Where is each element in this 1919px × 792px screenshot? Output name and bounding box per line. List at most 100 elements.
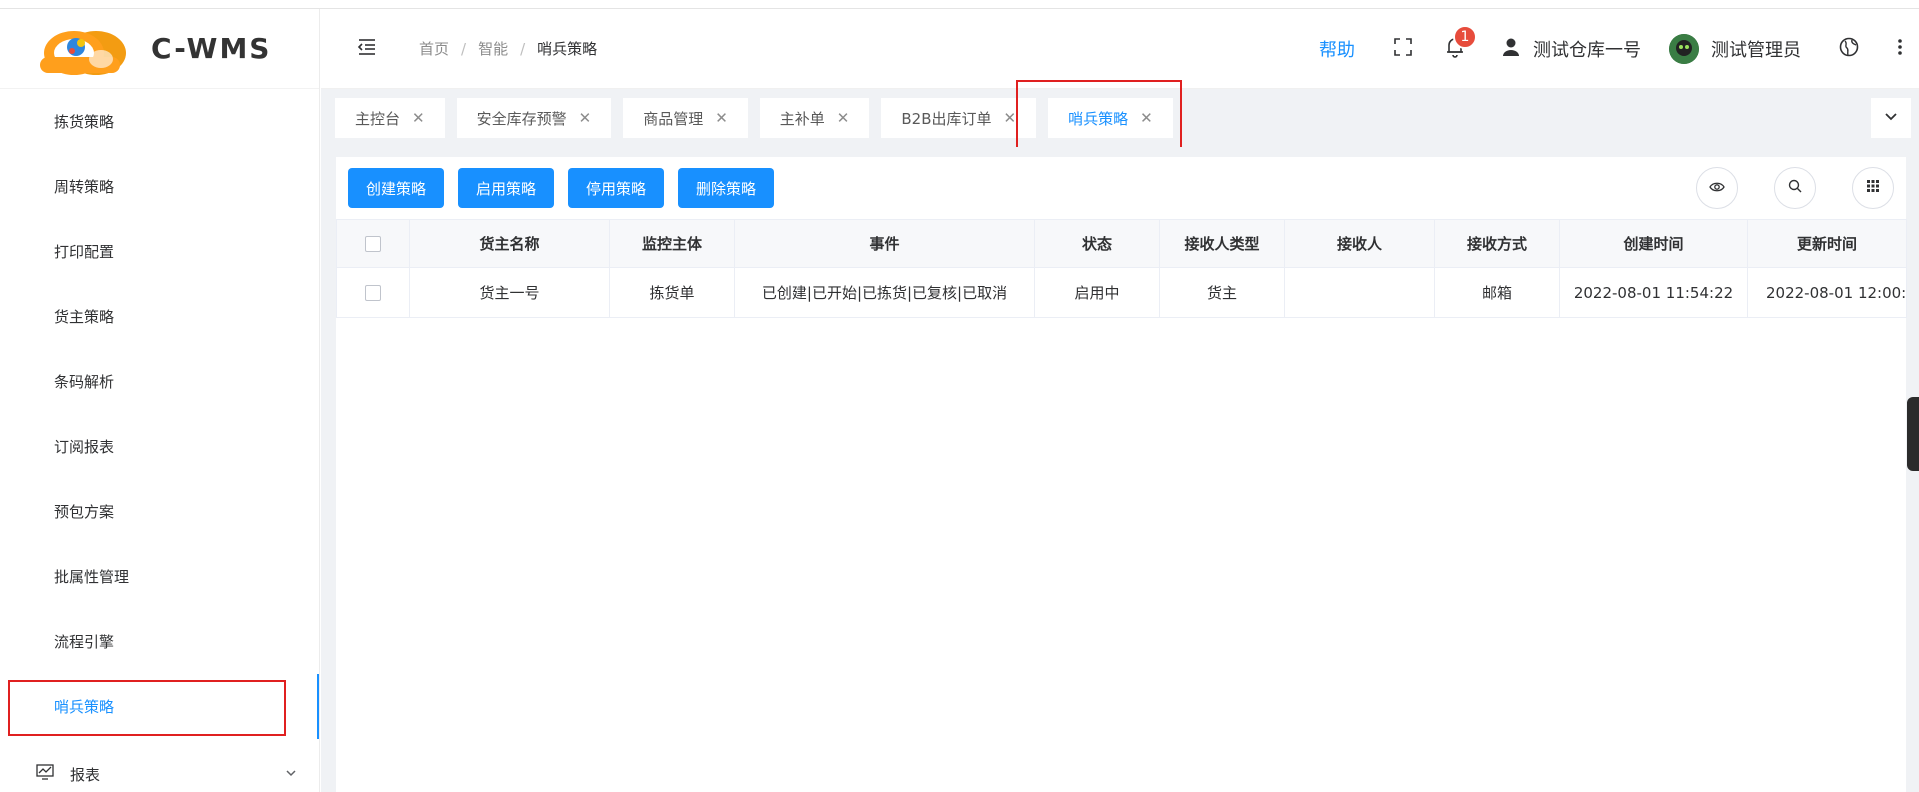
- close-icon[interactable]: ✕: [579, 109, 592, 127]
- user-menu[interactable]: 测试管理员: [1669, 34, 1801, 64]
- close-icon[interactable]: ✕: [837, 109, 850, 127]
- tab-label: 主控台: [355, 109, 401, 128]
- tab-label: 主补单: [779, 109, 825, 128]
- chevron-down-icon: [1884, 109, 1898, 127]
- side-drawer-handle[interactable]: [1907, 397, 1919, 471]
- disable-strategy-button[interactable]: 停用策略: [568, 168, 665, 208]
- more-options-button[interactable]: [1885, 29, 1915, 69]
- tab-replenishment-order[interactable]: 主补单 ✕: [759, 98, 870, 138]
- breadcrumb-smart[interactable]: 智能: [478, 38, 508, 59]
- column-header[interactable]: 接收人: [1284, 219, 1435, 268]
- avatar: [1669, 34, 1699, 64]
- select-all-cell: [336, 219, 410, 268]
- globe-icon: [1839, 37, 1859, 61]
- cell-created-time: 2022-08-01 11:54:22: [1559, 267, 1748, 318]
- notification-button[interactable]: 1: [1435, 25, 1477, 69]
- cell-monitor-subject: 拣货单: [609, 267, 735, 318]
- tab-dashboard[interactable]: 主控台 ✕: [335, 98, 445, 138]
- sidebar-item-picking-strategy[interactable]: 拣货策略: [0, 89, 319, 154]
- search-icon: [1788, 179, 1802, 197]
- sidebar: C-WMS 拣货策略 周转策略 打印配置 货主策略 条码解析 订阅报表 预包方案…: [0, 9, 320, 792]
- tab-sentinel-strategy[interactable]: 哨兵策略 ✕: [1048, 98, 1173, 138]
- column-header[interactable]: 接收方式: [1434, 219, 1560, 268]
- header: 首页 / 智能 / 哨兵策略 帮助 1 测试仓库一号 测试管理员: [321, 9, 1919, 89]
- row-checkbox[interactable]: [365, 285, 381, 301]
- sidebar-item-subscribe-report[interactable]: 订阅报表: [0, 414, 319, 479]
- column-settings-button[interactable]: [1852, 167, 1894, 209]
- toolbar: 创建策略 启用策略 停用策略 删除策略: [336, 157, 1906, 219]
- cell-receiver-type: 货主: [1159, 267, 1285, 318]
- table-tools: [1660, 167, 1894, 209]
- user-icon: [1501, 37, 1521, 62]
- breadcrumb-current: 哨兵策略: [537, 40, 598, 58]
- fullscreen-button[interactable]: [1383, 29, 1423, 69]
- tab-b2b-outbound[interactable]: B2B出库订单 ✕: [881, 98, 1037, 138]
- notification-badge: 1: [1453, 25, 1477, 49]
- grid-icon: [1866, 179, 1880, 197]
- logo[interactable]: C-WMS: [0, 9, 319, 89]
- breadcrumb-home[interactable]: 首页: [419, 38, 449, 59]
- cell-status: 启用中: [1034, 267, 1160, 318]
- sidebar-item-batch-attr[interactable]: 批属性管理: [0, 544, 319, 609]
- table-row[interactable]: 货主一号 拣货单 已创建|已开始|已拣货|已复核|已取消 启用中 货主 邮箱 2…: [336, 267, 1907, 318]
- eye-icon: [1709, 179, 1725, 197]
- menu-fold-icon: [357, 38, 377, 60]
- cell-receiver: [1284, 267, 1435, 318]
- create-strategy-button[interactable]: 创建策略: [348, 168, 445, 208]
- sidebar-item-sentinel-strategy[interactable]: 哨兵策略: [0, 674, 319, 739]
- sidebar-group-report[interactable]: 报表: [0, 739, 319, 792]
- delete-strategy-button[interactable]: 删除策略: [678, 168, 775, 208]
- sidebar-item-prepack-plan[interactable]: 预包方案: [0, 479, 319, 544]
- cloud-logo-icon: [36, 19, 131, 79]
- tab-label: 安全库存预警: [476, 109, 567, 128]
- tab-label: 哨兵策略: [1068, 109, 1129, 128]
- help-link[interactable]: 帮助: [1319, 36, 1355, 62]
- close-icon[interactable]: ✕: [715, 109, 728, 127]
- fullscreen-icon: [1393, 37, 1413, 61]
- user-name: 测试管理员: [1711, 40, 1801, 61]
- column-header[interactable]: 状态: [1034, 219, 1160, 268]
- cell-events: 已创建|已开始|已拣货|已复核|已取消: [734, 267, 1035, 318]
- column-header[interactable]: 货主名称: [409, 219, 610, 268]
- column-header[interactable]: 创建时间: [1559, 219, 1748, 268]
- tabs-more-button[interactable]: [1871, 98, 1911, 138]
- sidebar-item-barcode-parse[interactable]: 条码解析: [0, 349, 319, 414]
- sidebar-item-process-engine[interactable]: 流程引擎: [0, 609, 319, 674]
- column-header[interactable]: 监控主体: [609, 219, 735, 268]
- tab-safety-stock-alert[interactable]: 安全库存预警 ✕: [456, 98, 612, 138]
- sidebar-item-print-config[interactable]: 打印配置: [0, 219, 319, 284]
- header-actions: 帮助 1 测试仓库一号 测试管理员: [1319, 9, 1919, 89]
- column-header[interactable]: 事件: [734, 219, 1035, 268]
- column-header[interactable]: 接收人类型: [1159, 219, 1285, 268]
- logo-text: C-WMS: [151, 32, 272, 65]
- breadcrumb-separator: /: [520, 39, 526, 58]
- menu-fold-button[interactable]: [349, 31, 385, 67]
- tabs-bar: 主控台 ✕ 安全库存预警 ✕ 商品管理 ✕ 主补单 ✕ B2B出库订单 ✕ 哨兵策略 ✕: [321, 89, 1919, 147]
- close-icon[interactable]: ✕: [412, 109, 425, 127]
- close-icon[interactable]: ✕: [1004, 109, 1017, 127]
- chart-monitor-icon: [36, 763, 54, 785]
- sidebar-group-label: 报表: [70, 765, 101, 784]
- sidebar-menu: 拣货策略 周转策略 打印配置 货主策略 条码解析 订阅报表 预包方案 批属性管理…: [0, 89, 319, 739]
- cell-receive-method: 邮箱: [1434, 267, 1560, 318]
- cell-owner-name: 货主一号: [409, 267, 610, 318]
- warehouse-label: 测试仓库一号: [1533, 40, 1641, 61]
- enable-strategy-button[interactable]: 启用策略: [458, 168, 555, 208]
- main-panel: 创建策略 启用策略 停用策略 删除策略 货主名称 监控主体 事件 状态 接收人类…: [336, 157, 1907, 792]
- tab-list: 主控台 ✕ 安全库存预警 ✕ 商品管理 ✕ 主补单 ✕ B2B出库订单 ✕ 哨兵策略 ✕: [335, 98, 1185, 138]
- row-select-cell: [336, 267, 410, 318]
- sidebar-item-owner-strategy[interactable]: 货主策略: [0, 284, 319, 349]
- tab-label: 商品管理: [643, 109, 704, 128]
- language-button[interactable]: [1829, 29, 1869, 69]
- warehouse-selector[interactable]: 测试仓库一号: [1501, 36, 1641, 62]
- close-icon[interactable]: ✕: [1140, 109, 1153, 127]
- tab-product-management[interactable]: 商品管理 ✕: [623, 98, 748, 138]
- tab-label: B2B出库订单: [901, 109, 992, 128]
- cell-updated-time: 2022-08-01 12:00:3: [1747, 267, 1907, 318]
- column-header[interactable]: 更新时间: [1747, 219, 1907, 268]
- search-toggle-button[interactable]: [1774, 167, 1816, 209]
- table-header-row: 货主名称 监控主体 事件 状态 接收人类型 接收人 接收方式 创建时间 更新时间: [336, 219, 1907, 268]
- select-all-checkbox[interactable]: [365, 236, 381, 252]
- toggle-visibility-button[interactable]: [1696, 167, 1738, 209]
- sidebar-item-turnover-strategy[interactable]: 周转策略: [0, 154, 319, 219]
